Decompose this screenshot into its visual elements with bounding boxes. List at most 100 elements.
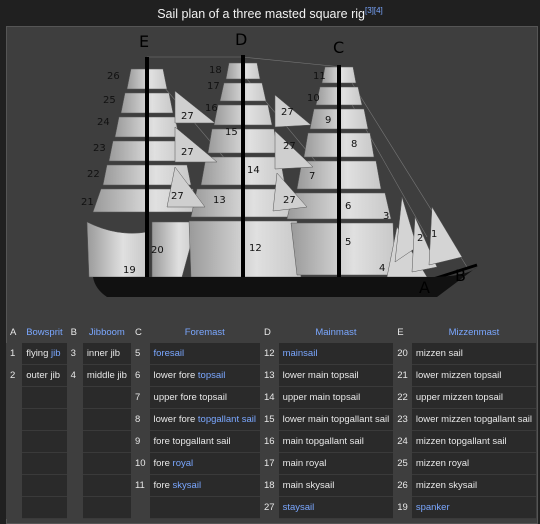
sail-name-text: fore topgallant sail [153,436,231,447]
caption-references-link[interactable]: [3][4] [365,6,383,15]
bowsprit-link[interactable]: Bowsprit [26,327,62,338]
sail-number-cell: 1 [6,343,23,365]
sail-number-cell: 3 [66,343,83,365]
sail-table: A Bowsprit B Jibboom C Foremast D Mainma… [6,322,536,519]
sail-name-cell: mizzen topgallant sail [411,430,536,453]
sail-number: 22 [87,169,100,180]
sail-number: 26 [107,71,120,82]
sail-number: 13 [213,195,226,206]
sail-number-cell: 23 [393,408,412,431]
sail-number-cell: 9 [130,430,150,453]
sail-link[interactable]: staysail [283,502,315,513]
empty-cell [82,496,131,519]
sail-number-cell: 26 [393,474,412,497]
sail-number: 6 [345,201,351,212]
sail-number: 17 [207,81,220,92]
sail-name-text: upper main topsail [282,392,361,403]
sail-link[interactable]: foresail [154,348,185,359]
sail-name-text: lower main topsail [282,370,359,381]
mast-label-d: D [235,30,247,49]
sail-name-cell: upper mizzen topsail [411,386,536,409]
empty-cell [82,452,131,475]
sail-name-cell: middle jib [82,364,131,387]
empty-cell [82,408,131,431]
empty-cell [66,496,83,519]
sail-number-cell: 15 [260,408,279,431]
empty-cell [6,496,23,519]
sail-number: 27 [281,107,294,118]
sail-number-cell: 21 [393,364,412,387]
sail-number-cell: 7 [130,386,150,409]
sail-name-text: fore [153,480,170,491]
sail-link[interactable]: jib [51,348,61,359]
sail-name-text: lower fore [153,414,196,425]
caption-text: Sail plan of a three masted square rig [157,7,365,22]
header-letter-c: C [134,327,142,338]
header-letter-e: E [397,327,404,338]
empty-cell [22,386,67,409]
sail-number: 5 [345,237,351,248]
table-row: 27 staysail 19 spanker [6,496,536,519]
sail-link[interactable]: skysail [173,480,202,491]
empty-cell [82,430,131,453]
sail-name-cell: lower mizzen topgallant sail [411,408,536,431]
sail-number: 2 [417,233,423,244]
sail-number-cell: 12 [260,343,279,365]
table-row: 7 upper fore topsail 14 upper main topsail 2… [6,386,536,409]
empty-cell [82,386,131,409]
jibboom-link[interactable]: Jibboom [89,327,125,338]
sail-number: 3 [383,211,389,222]
sail-number-cell: 4 [66,364,83,387]
table-row: 8 lower fore topgallant sail 15 lower main … [6,408,536,431]
sail-link[interactable]: spanker [416,502,450,513]
sail-name-text: outer jib [26,370,60,381]
sail-number-cell: 27 [260,496,279,519]
sail-number-cell: 24 [393,430,412,453]
sail-name-text: fore [153,458,170,469]
sail-name-cell: upper fore topsail [149,386,260,409]
sail-name-cell: mainsail [278,343,394,365]
sail-name-text: middle jib [86,370,127,381]
sail-link[interactable]: topgallant sail [198,414,256,425]
empty-cell [6,430,23,453]
bowsprit-label: A [419,278,430,297]
sail-number: 9 [325,115,331,126]
sail-name-text: lower mizzen topgallant sail [415,414,532,425]
sail-name-cell: staysail [278,496,394,519]
sail-number: 18 [209,65,222,76]
header-letter-d: D [264,327,271,338]
sail-number-cell: 13 [260,364,279,387]
sail-name-cell: fore skysail [149,474,260,497]
sail-number: 12 [249,243,262,254]
sail-number: 27 [181,111,194,122]
mainmast-link[interactable]: Mainmast [315,327,356,338]
sail-link[interactable]: royal [173,458,194,469]
empty-cell [6,408,23,431]
sail-link[interactable]: mainsail [283,348,318,359]
sail-name-cell: lower main topgallant sail [278,408,394,431]
sail-number-cell: 19 [393,496,412,519]
sail-name-text: mizzen topgallant sail [415,436,507,447]
sail-name-text: main skysail [282,480,335,491]
sail-name-text: mizzen sail [415,348,463,359]
sail-number: 14 [247,165,260,176]
sail-number: 24 [97,117,110,128]
sail-name-cell: lower main topsail [278,364,394,387]
sail-number: 7 [309,171,315,182]
empty-cell [130,496,150,519]
mizzenmast-link[interactable]: Mizzenmast [449,327,500,338]
sail-name-text: mizzen royal [415,458,470,469]
sail-link[interactable]: topsail [198,370,225,381]
sail-number-cell: 10 [130,452,150,475]
sail-number: 15 [225,127,238,138]
sail-name-text: main topgallant sail [282,436,364,447]
header-letter-a: A [10,327,17,338]
jib-sails [386,196,463,278]
sail-name-text: lower mizzen topsail [415,370,502,381]
foremast-link[interactable]: Foremast [185,327,225,338]
sail-number-cell: 14 [260,386,279,409]
sail-name-cell: lower mizzen topsail [411,364,536,387]
sail-name-text: upper fore topsail [153,392,227,403]
sail-number: 20 [151,245,164,256]
empty-cell [66,408,83,431]
